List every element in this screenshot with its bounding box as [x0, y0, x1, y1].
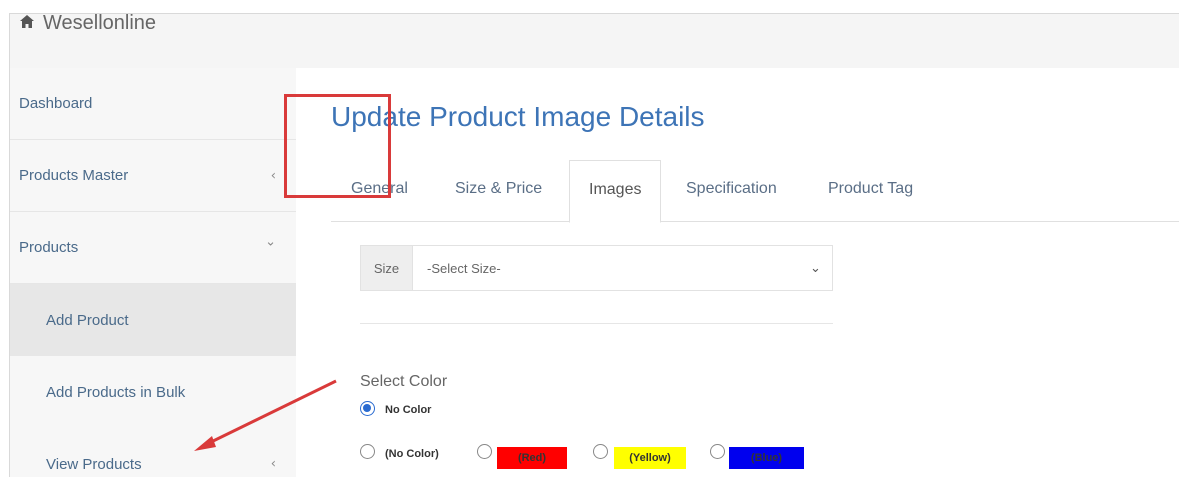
tab-bar: General Size & Price Images Specificatio… [331, 160, 1179, 223]
sidebar-item-label: View Products [46, 455, 142, 473]
chevron-left-icon: ‹ [270, 456, 276, 472]
main-content: Update Product Image Details General Siz… [296, 68, 1179, 477]
tab-size-price[interactable]: Size & Price [455, 180, 542, 198]
radio-yellow[interactable] [593, 444, 608, 459]
select-color-heading: Select Color [360, 373, 448, 390]
color-swatch-blue: (Blue) [729, 447, 804, 469]
sidebar-item-products-master[interactable]: Products Master ‹ [10, 140, 296, 212]
top-bar: Wesellonline [10, 14, 1179, 68]
size-select[interactable]: Size -Select Size- ⌄ [360, 245, 833, 291]
radio-label-no-color: No Color [385, 404, 432, 416]
sidebar-item-view-products[interactable]: View Products ‹ [10, 428, 296, 477]
images-tab-highlight-box [284, 94, 391, 198]
sidebar-item-add-product[interactable]: Add Product [10, 284, 296, 356]
sidebar-item-label: Add Products in Bulk [46, 383, 186, 401]
sidebar-item-label: Dashboard [19, 95, 93, 112]
chevron-down-icon: ⌄ [265, 234, 276, 249]
color-swatch-yellow: (Yellow) [614, 447, 686, 469]
color-option-label: (No Color) [385, 448, 439, 460]
size-select-label: Size [361, 246, 413, 290]
radio-blue[interactable] [710, 444, 725, 459]
tab-images[interactable]: Images [569, 160, 662, 223]
radio-no-color-selected[interactable] [360, 401, 375, 416]
sidebar-item-label: Products Master [19, 167, 129, 184]
app-frame: Wesellonline Dashboard Products Master ‹… [9, 13, 1179, 477]
brand-name: Wesellonline [43, 13, 157, 34]
radio-red[interactable] [477, 444, 492, 459]
divider [360, 323, 833, 324]
chevron-left-icon: ‹ [270, 168, 276, 183]
home-icon [19, 14, 35, 35]
chevron-down-icon: ⌄ [810, 260, 821, 276]
sidebar-item-add-products-in-bulk[interactable]: Add Products in Bulk [10, 356, 296, 428]
sidebar-item-products[interactable]: Products ⌄ [10, 212, 296, 284]
sidebar-item-label: Products [19, 239, 79, 256]
size-select-value: -Select Size- [427, 260, 501, 276]
sidebar: Dashboard Products Master ‹ Products ⌄ A… [10, 68, 296, 477]
tab-specification[interactable]: Specification [686, 180, 777, 198]
color-swatch-red: (Red) [497, 447, 567, 469]
sidebar-item-dashboard[interactable]: Dashboard [10, 68, 296, 140]
tab-product-tag[interactable]: Product Tag [828, 180, 913, 198]
sidebar-item-label: Add Product [46, 311, 129, 329]
brand[interactable]: Wesellonline [19, 13, 157, 35]
radio-no-color[interactable] [360, 444, 375, 459]
